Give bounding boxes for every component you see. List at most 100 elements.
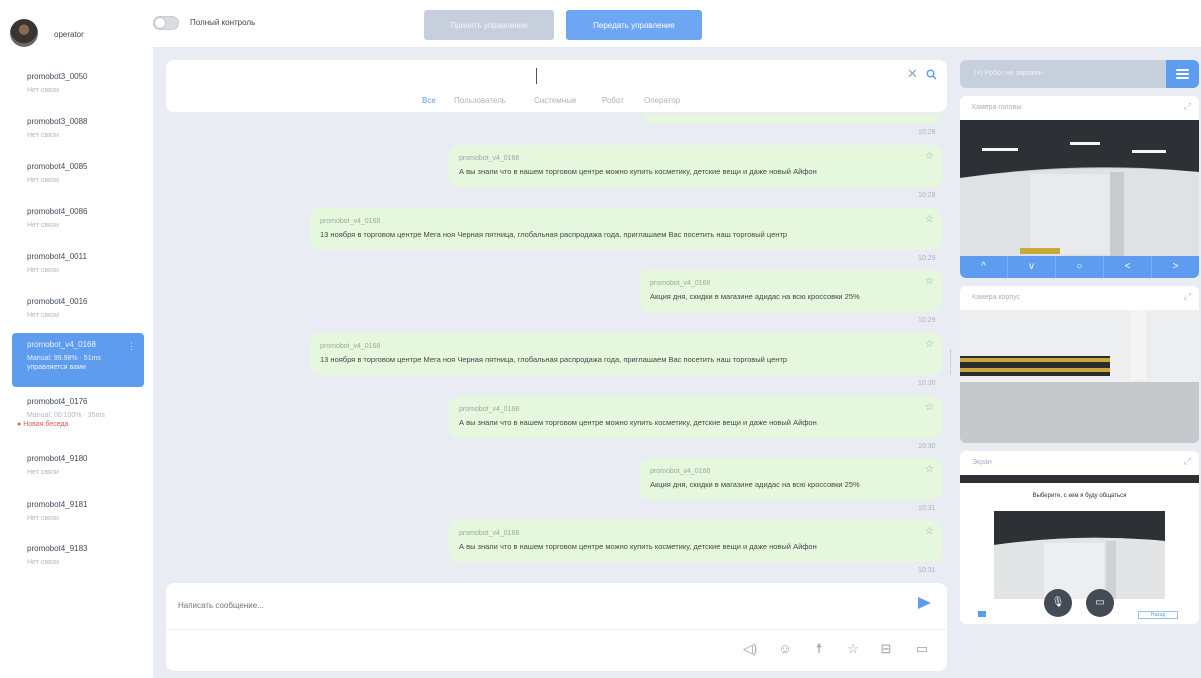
robot-item[interactable]: promobot4_0085 Нет связи [12,155,144,199]
microphone-icon[interactable]: 🎙 [1044,589,1072,617]
message-search: ✕ Все Пользователь Системные Робот Опера… [166,60,947,112]
sound-icon[interactable]: ◁) [742,641,758,657]
message-text: 13 ноября в торговом центре Мега ноя Чер… [320,230,788,239]
message-bubble[interactable]: promobot_v4_0168 Акция дня, скидки в маг… [640,270,942,312]
panel-title: Камера головы [972,104,1022,111]
robot-item-active[interactable]: promobot_v4_0168 Manual: 99.98% · 51ms у… [12,333,144,387]
username: operator [54,30,84,39]
star-icon[interactable]: ☆ [925,276,934,287]
turn-left-icon[interactable]: < [1104,256,1152,278]
message-bubble[interactable]: promobot_v4_0168 А вы знали что в нашем … [449,520,942,562]
tilt-down-icon[interactable]: v [1008,256,1056,278]
chat-history[interactable]: 10:28 promobot_v4_0168 А вы знали что в … [166,114,947,582]
message-author: promobot_v4_0168 [459,530,520,537]
message-text: А вы знали что в нашем торговом центре м… [459,542,817,551]
message-text: А вы знали что в нашем торговом центре м… [459,418,817,427]
emoji-icon[interactable]: ☺ [777,641,793,657]
message-time: 10:31 [918,505,936,512]
template-icon[interactable]: ⊟ [878,641,894,657]
turn-right-icon[interactable]: > [1152,256,1199,278]
star-icon[interactable]: ☆ [925,464,934,475]
robot-status: Нет связи [27,222,59,229]
message-bubble[interactable]: promobot_v4_0168 А вы знали что в нашем … [449,396,942,438]
robot-item[interactable]: promobot4_0176 Manual: 00:100% · 35ms ● … [12,390,144,436]
panel-resize-handle[interactable] [950,350,952,374]
search-icon[interactable] [926,69,937,80]
robot-item[interactable]: promobot3_0088 Нет связи [12,110,144,154]
message-author: promobot_v4_0168 [650,468,711,475]
robot-status: Нет связи [27,515,59,522]
robot-list: promobot3_0050 Нет связи promobot3_0088 … [0,47,153,678]
screen-small-icon [978,611,986,617]
robot-item[interactable]: promobot4_0011 Нет связи [12,245,144,289]
robot-status-control: управляется вами [27,364,86,371]
expand-icon[interactable]: ⤢ [1184,291,1191,302]
search-input[interactable] [536,68,896,84]
top-bar: operator Полный контроль Принять управле… [0,0,1201,47]
more-icon[interactable]: ⋮ [127,341,136,352]
robot-name: promobot4_0086 [27,207,88,216]
filter-operator[interactable]: Оператор [644,96,680,105]
message-bubble[interactable]: promobot_v4_0168 13 ноября в торговом це… [310,208,942,250]
message-bubble[interactable]: promobot_v4_0168 13 ноября в торговом це… [310,333,942,375]
filter-robot[interactable]: Робот [602,96,624,105]
robot-item[interactable]: promobot4_9183 Нет связи [12,537,144,581]
robot-status-bar: (×) Робот не заряжен [960,60,1199,88]
robot-name: promobot4_9181 [27,500,88,509]
robot-item[interactable]: promobot4_9180 Нет связи [12,447,144,491]
filter-system[interactable]: Системные [534,96,576,105]
star-icon[interactable]: ☆ [925,339,934,350]
take-control-button[interactable]: Принять управление [424,10,554,40]
robot-status: Нет связи [27,559,59,566]
center-icon[interactable]: ○ [1056,256,1104,278]
tilt-up-icon[interactable]: ^ [960,256,1008,278]
screen-prompt: Выберите, с кем я буду общаться [1032,493,1127,499]
gesture-icon[interactable]: ☨ [811,641,827,657]
compose-area: ◁) ☺ ☨ ☆ ⊟ ▭ [166,583,947,671]
new-chat-badge: ● Новая беседа [17,421,69,428]
message-bubble-partial [642,114,942,124]
favorite-icon[interactable]: ☆ [845,641,861,657]
expand-icon[interactable]: ⤢ [1184,456,1191,467]
star-icon[interactable]: ☆ [925,214,934,225]
video-icon[interactable]: ▭ [1086,589,1114,617]
full-control-toggle[interactable] [153,16,179,30]
robot-item[interactable]: promobot4_0086 Нет связи [12,200,144,244]
menu-icon[interactable] [1166,60,1199,88]
robot-name: promobot4_0176 [27,397,88,406]
robot-item[interactable]: promobot4_9181 Нет связи [12,493,144,537]
send-icon[interactable] [918,597,931,609]
message-time: 10:29 [918,255,936,262]
robot-item[interactable]: promobot4_0016 Нет связи [12,290,144,334]
body-camera-panel: Камера корпус ⤢ [960,286,1199,443]
robot-name: promobot3_0050 [27,72,88,81]
robot-status: Нет связи [27,469,59,476]
robot-screen-panel: Экран ⤢ Выберите, с кем я буду общаться … [960,451,1199,624]
message-text: А вы знали что в нашем торговом центре м… [459,167,817,176]
robot-status: Manual: 99.98% · 51ms [27,355,101,362]
message-author: promobot_v4_0168 [459,406,520,413]
star-icon[interactable]: ☆ [925,402,934,413]
panel-title: Экран [972,459,992,466]
message-author: promobot_v4_0168 [650,280,711,287]
full-control-label: Полный контроль [190,18,256,27]
message-input[interactable] [178,595,898,615]
message-bubble[interactable]: promobot_v4_0168 А вы знали что в нашем … [449,145,942,187]
filter-user[interactable]: Пользователь [454,96,506,105]
message-bubble[interactable]: promobot_v4_0168 Акция дня, скидки в маг… [640,458,942,500]
screen-back-button[interactable]: Назад [1138,611,1178,619]
robot-name: promobot_v4_0168 [27,340,96,349]
star-icon[interactable]: ☆ [925,151,934,162]
expand-icon[interactable]: ⤢ [1184,101,1191,112]
give-control-button[interactable]: Передать управление [566,10,702,40]
robot-item[interactable]: promobot3_0050 Нет связи [12,65,144,109]
battery-status: (×) Робот не заряжен [974,70,1043,77]
star-icon[interactable]: ☆ [925,526,934,537]
clear-icon[interactable]: ✕ [907,66,918,82]
robot-name: promobot4_0011 [27,252,87,261]
filter-all[interactable]: Все [422,96,436,105]
user-avatar[interactable] [10,19,38,47]
robot-name: promobot4_0016 [27,297,88,306]
screen-icon[interactable]: ▭ [914,641,930,657]
message-text: 13 ноября в торговом центре Мега ноя Чер… [320,355,788,364]
